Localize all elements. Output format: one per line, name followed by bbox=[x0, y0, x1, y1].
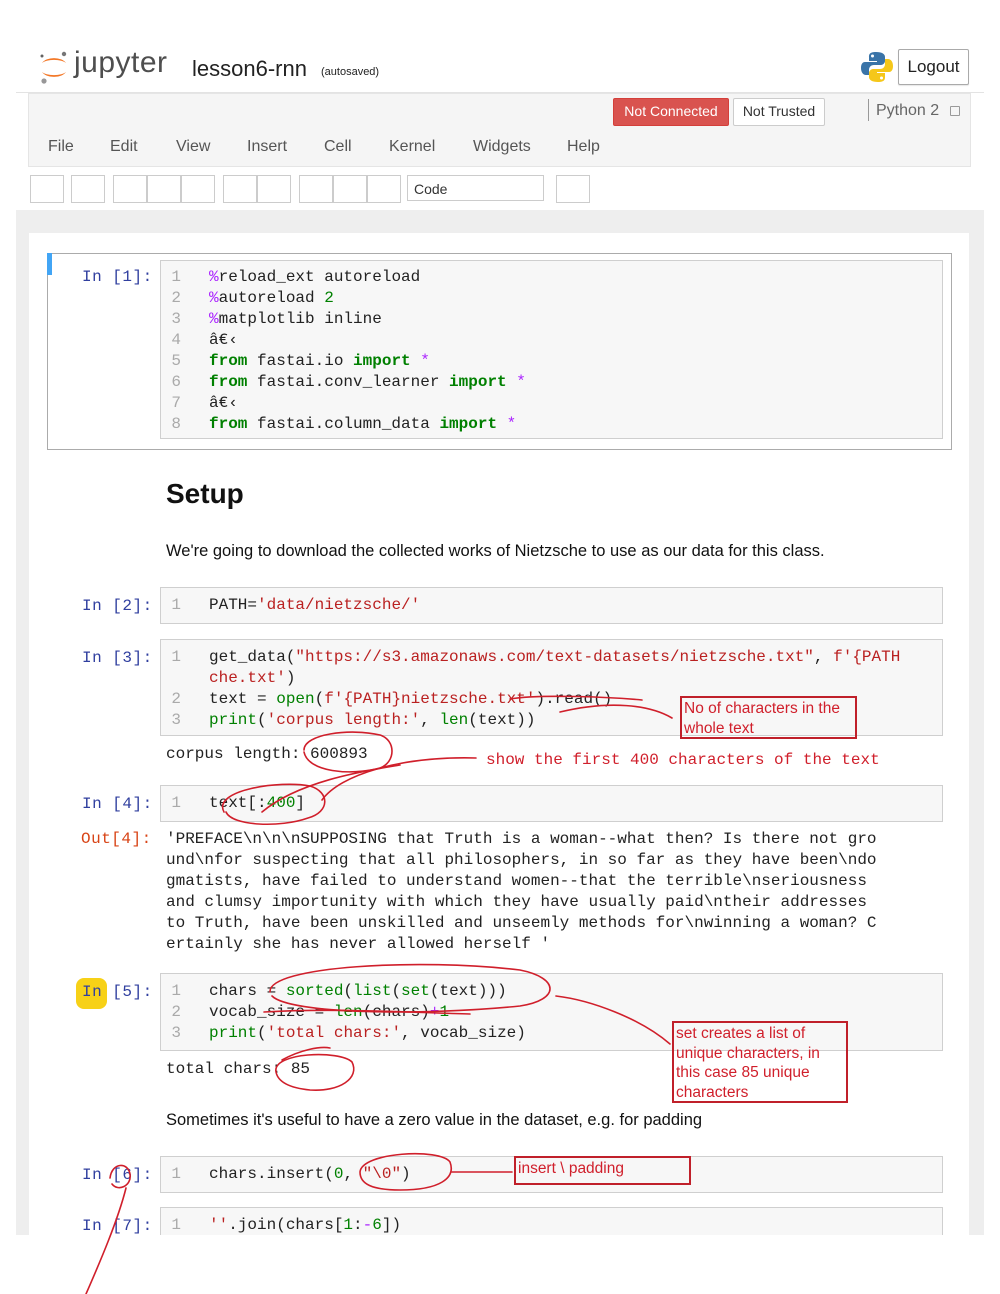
paste-cell-button[interactable] bbox=[181, 175, 215, 203]
menu-help[interactable]: Help bbox=[567, 138, 600, 156]
markdown-paragraph: We're going to download the collected wo… bbox=[166, 542, 825, 560]
cell-output: total chars: 85 bbox=[166, 1060, 311, 1078]
cell-prompt: In [4]: bbox=[82, 795, 153, 813]
kernel-status-indicator-icon bbox=[950, 106, 960, 116]
cell-prompt: In [3]: bbox=[82, 649, 153, 667]
selected-cell-indicator bbox=[47, 253, 52, 275]
code-editor[interactable]: 1 text[:400] bbox=[160, 785, 943, 822]
python-logo-icon bbox=[861, 52, 893, 82]
menu-edit[interactable]: Edit bbox=[110, 138, 138, 156]
output-line: ertainly she has never allowed herself ' bbox=[166, 935, 551, 953]
kernel-name[interactable]: Python 2 bbox=[876, 102, 939, 120]
cell-output: corpus length: 600893 bbox=[166, 745, 368, 763]
jupyter-wordmark: jupyter bbox=[74, 46, 168, 79]
jupyter-logo-icon bbox=[40, 51, 67, 84]
menu-file[interactable]: File bbox=[48, 138, 74, 156]
code-editor[interactable]: 1 %reload_ext autoreload 2 %autoreload 2 3… bbox=[160, 260, 943, 439]
menu-kernel[interactable]: Kernel bbox=[389, 138, 435, 156]
menu-insert[interactable]: Insert bbox=[247, 138, 287, 156]
jupyter-logo[interactable]: jupyter bbox=[38, 46, 173, 88]
output-line: und\nfor suspecting that all philosopher… bbox=[166, 851, 877, 869]
command-palette-button[interactable] bbox=[556, 175, 590, 203]
notebook-title[interactable]: lesson6-rnn bbox=[192, 56, 307, 82]
output-line: to Truth, have been unskilled and unseem… bbox=[166, 914, 877, 932]
logout-button[interactable]: Logout bbox=[898, 49, 969, 85]
trust-status-badge[interactable]: Not Trusted bbox=[733, 98, 825, 126]
annotation-set-chars: set creates a list of unique characters,… bbox=[672, 1021, 848, 1103]
autosave-status: (autosaved) bbox=[321, 66, 380, 78]
kernel-separator bbox=[868, 99, 869, 121]
insert-cell-below-button[interactable] bbox=[71, 175, 105, 203]
markdown-paragraph: Sometimes it's useful to have a zero val… bbox=[166, 1111, 703, 1129]
output-line: 'PREFACE\n\n\nSUPPOSING that Truth is a … bbox=[166, 830, 877, 848]
annotation-insert-padding: insert \ padding bbox=[514, 1156, 691, 1185]
menu-widgets[interactable]: Widgets bbox=[473, 138, 531, 156]
cell-prompt: In [7]: bbox=[82, 1217, 153, 1235]
run-cell-button[interactable] bbox=[299, 175, 333, 203]
cell-prompt: In [6]: bbox=[82, 1166, 153, 1184]
annotation-corpus-length: No of characters in the whole text bbox=[680, 696, 857, 739]
annotation-first-400: show the first 400 characters of the tex… bbox=[486, 751, 880, 769]
cut-cell-button[interactable] bbox=[113, 175, 147, 203]
menu-cell[interactable]: Cell bbox=[324, 138, 352, 156]
move-cell-up-button[interactable] bbox=[223, 175, 257, 203]
code-editor[interactable]: 1 ''.join(chars[1:-6]) bbox=[160, 1207, 943, 1235]
move-cell-down-button[interactable] bbox=[257, 175, 291, 203]
section-heading: Setup bbox=[166, 478, 244, 509]
cell-7-clip: In [7]: 1 ''.join(chars[1:-6]) bbox=[29, 1200, 969, 1235]
cell-output: 'PREFACE\n\n\nSUPPOSING that Truth is a … bbox=[166, 829, 877, 955]
output-line: and clumsy importunity with which they h… bbox=[166, 893, 867, 911]
cell-type-select[interactable]: Code bbox=[407, 175, 544, 201]
cell-prompt: In [5]: bbox=[82, 983, 153, 1001]
interrupt-kernel-button[interactable] bbox=[333, 175, 367, 203]
code-editor[interactable]: 1 PATH='data/nietzsche/' bbox=[160, 587, 943, 624]
output-prompt: Out[4]: bbox=[81, 830, 152, 848]
restart-kernel-button[interactable] bbox=[367, 175, 401, 203]
cell-prompt: In [1]: bbox=[82, 268, 153, 286]
connection-status-badge[interactable]: Not Connected bbox=[613, 98, 729, 126]
cell-prompt: In [2]: bbox=[82, 597, 153, 615]
copy-cell-button[interactable] bbox=[147, 175, 181, 203]
menu-view[interactable]: View bbox=[176, 138, 210, 156]
save-button[interactable] bbox=[30, 175, 64, 203]
output-line: gmatists, have failed to understand wome… bbox=[166, 872, 867, 890]
